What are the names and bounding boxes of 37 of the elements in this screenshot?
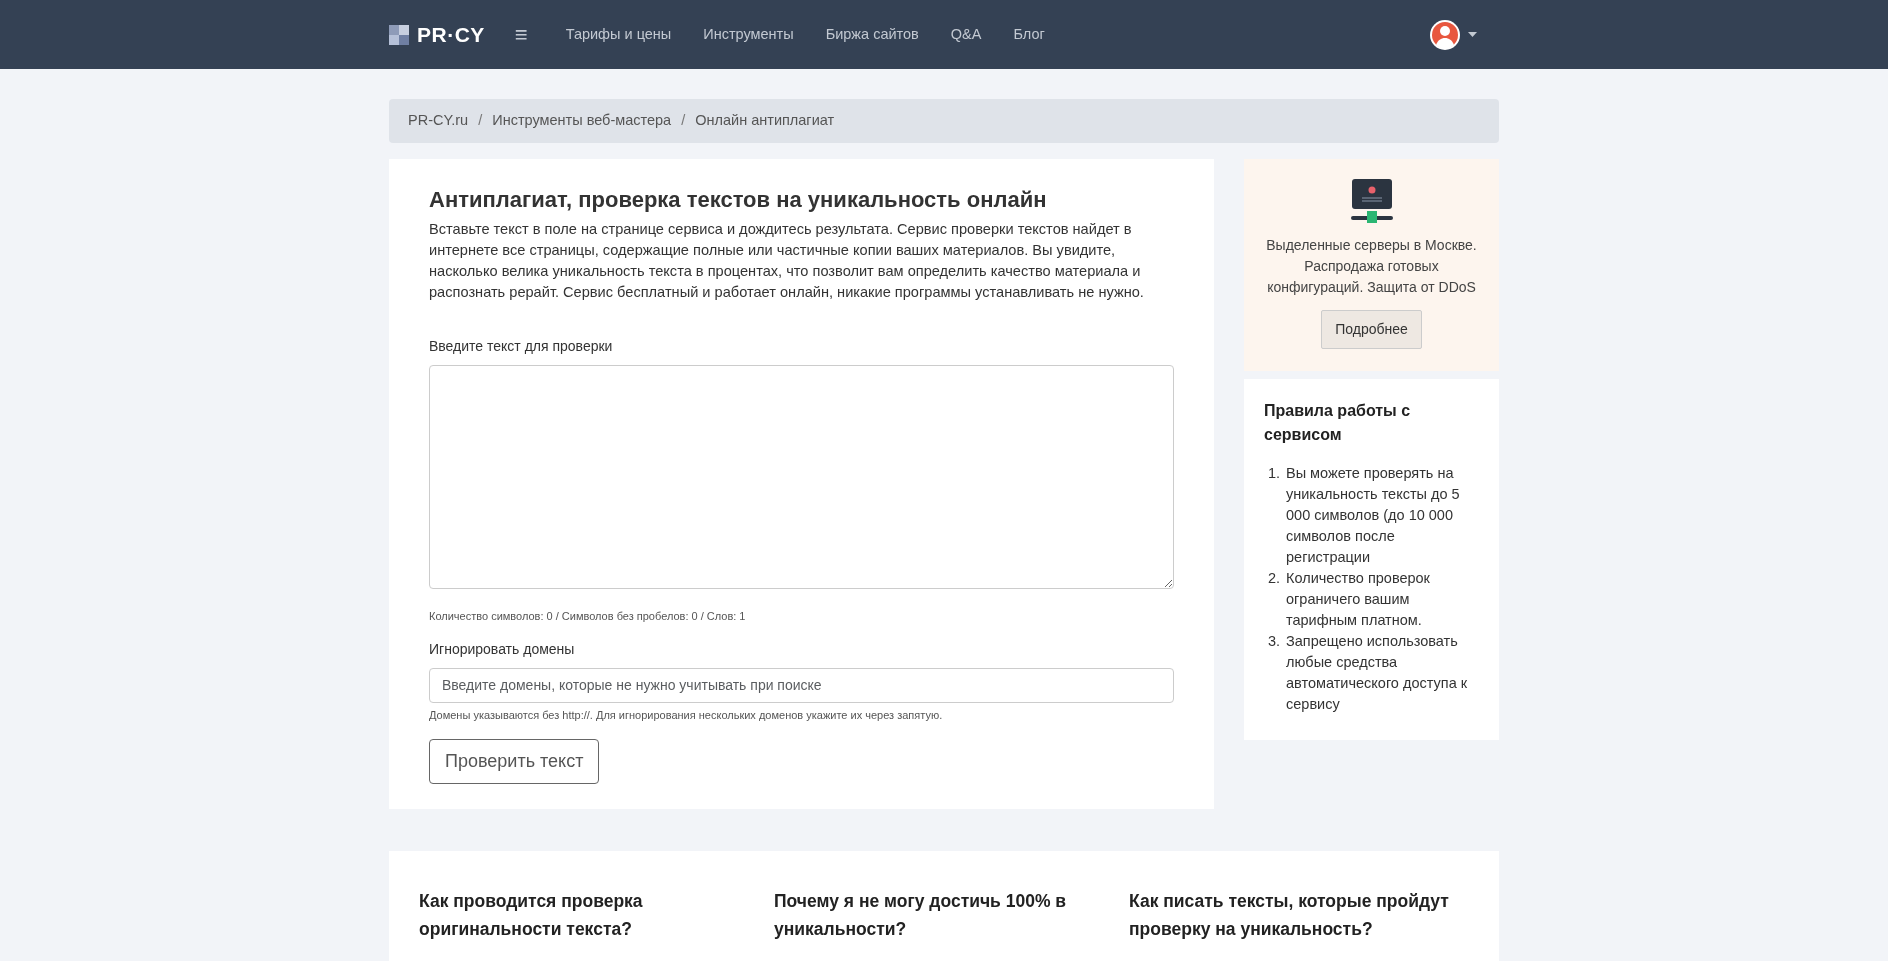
nav-link[interactable]: Биржа сайтов	[825, 23, 919, 46]
nav-link[interactable]: Блог	[1013, 23, 1045, 46]
logo-icon	[389, 24, 409, 45]
character-counter: Количество символов: 0 / Символов без пробелов: 0 / Слов: 1	[429, 609, 747, 625]
field-hint: Домены указываются без http://. Для игнорирования нескольких доменов укажите их через запятую.	[429, 707, 944, 723]
logo-text[interactable]: PR·CY	[417, 18, 485, 51]
page-description: Вставьте текст в поле на странице сервиса и дождитесь результата. Сервис проверки текстов найдет в интернете все страницы, содержащие полные или частичные копии ваших материалов. Вы увидите, насколько велика уникальность текста в процентах, что позволит вам определить качество материала и распознать рерайт. Сервис бесплатный и работает онлайн, никакие программы устанавливать не нужно.	[429, 220, 1145, 303]
rule-item: Запрещено использовать любые средства автоматического доступа к сервису	[1286, 632, 1469, 714]
check-text-button[interactable]: Проверить текст	[429, 739, 600, 785]
faq-heading: Почему я не могу достичь 100% в уникальности?	[774, 890, 1068, 942]
breadcrumb-current: Онлайн антиплагиат	[695, 111, 835, 131]
list-number: 3.	[1268, 632, 1282, 651]
nav-link[interactable]: Инструменты	[703, 23, 794, 46]
breadcrumb-link[interactable]: PR-CY.ru	[408, 110, 469, 132]
faq-heading: Как писать тексты, которые пройдут проверку на уникальность?	[1129, 890, 1450, 942]
breadcrumb-link[interactable]: Инструменты веб-мастера	[492, 110, 672, 132]
faq-heading: Как проводится проверка оригинальности текста?	[419, 890, 644, 942]
field-label: Введите текст для проверки	[429, 337, 614, 357]
caret-icon[interactable]	[1468, 32, 1477, 37]
domains-input-field[interactable]: Введите домены, которые не нужно учитывать при поиске	[429, 667, 1174, 703]
nav-link[interactable]: Q&A	[950, 23, 982, 46]
list-number: 2.	[1268, 569, 1282, 588]
rule-item: Количество проверок ограничего вашим тарифным платном.	[1286, 569, 1431, 630]
breadcrumb-separator: /	[478, 111, 483, 131]
more-button[interactable]: Подробнее	[1321, 310, 1422, 349]
rule-item: Вы можете проверять на уникальность тексты до 5 000 символов (до 10 000 символов после регистрации	[1286, 464, 1461, 567]
text-input-area[interactable]	[429, 365, 1174, 590]
menu-icon[interactable]: ≡	[514, 23, 528, 46]
rules-title: Правила работы с сервисом	[1264, 401, 1412, 445]
page-title: Антиплагиат, проверка текстов на уникальность онлайн	[429, 187, 1048, 214]
breadcrumb-separator: /	[681, 111, 686, 131]
list-number: 1.	[1268, 464, 1282, 483]
ad-text: Выделенные серверы в Москве. Распродажа готовых конфигураций. Защита от DDoS	[1265, 236, 1478, 297]
avatar-icon[interactable]	[1430, 19, 1460, 50]
server-icon	[1350, 179, 1393, 223]
field-label: Игнорировать домены	[429, 639, 576, 659]
nav-link[interactable]: Тарифы и цены	[565, 23, 672, 46]
